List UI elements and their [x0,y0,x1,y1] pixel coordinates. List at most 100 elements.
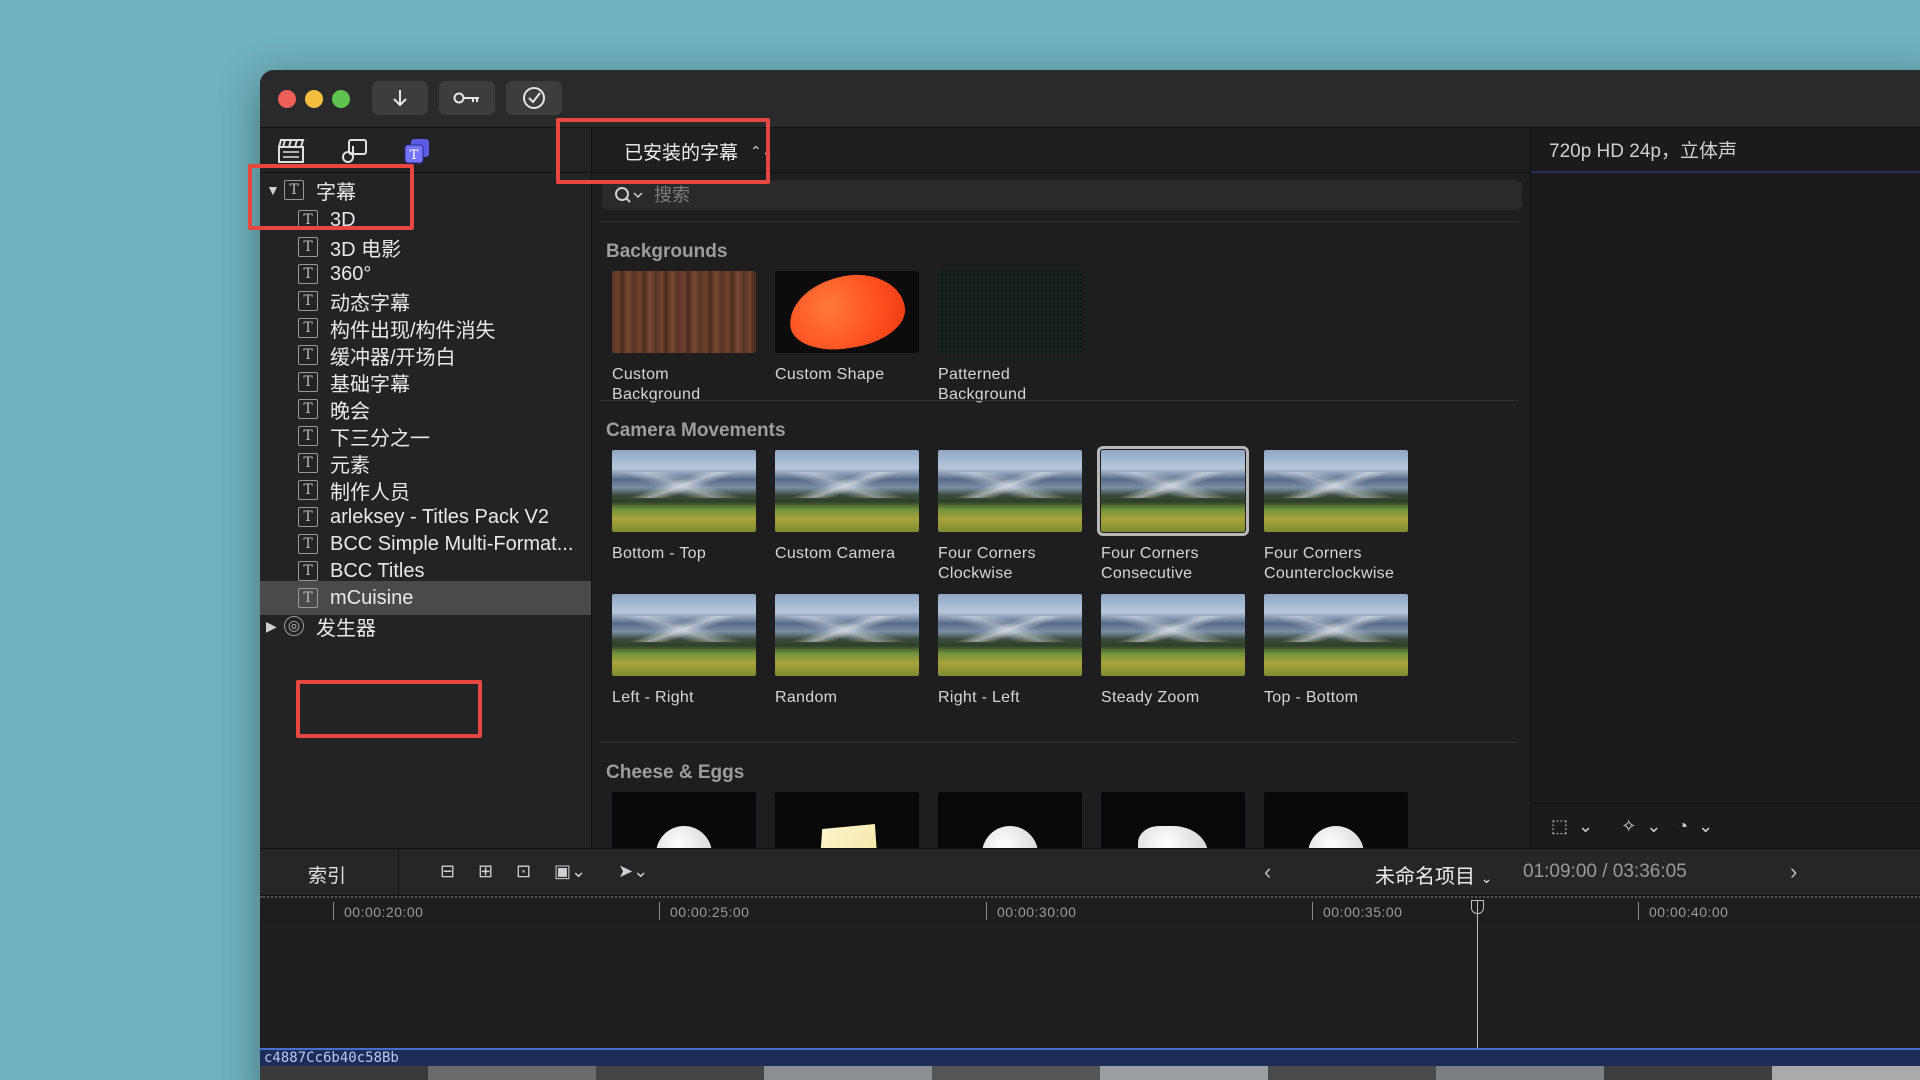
title-icon: T [298,345,318,365]
timeline-clip[interactable]: c4887Cc6b40c58Bb [260,1048,1920,1066]
tile-label: Steady Zoom [1101,689,1200,706]
fcp-window: T ▼ T 字幕 T 3D T 3D 电影 T 360° T 动态字幕 T 构件… [260,70,1920,1080]
dropdown-label: 已安装的字幕 [624,142,739,164]
divider [600,400,1518,401]
titles-generators-tab[interactable]: T [402,136,432,166]
project-name-label: 未命名项目 [1375,866,1475,888]
title-icon: T [298,453,318,473]
search-input[interactable] [654,184,1454,206]
next-arrow-icon[interactable]: › [1790,859,1797,885]
title-icon: T [298,264,318,284]
transform-icon[interactable]: ⬚ [1551,816,1568,837]
title-icon: T [298,561,318,581]
title-tile[interactable] [938,792,1084,848]
tile-label: Custom Camera [775,545,896,562]
chevron-down-icon: ⌄ [1480,870,1493,886]
title-tile[interactable]: Right - Left [938,594,1084,708]
speedometer-icon[interactable]: ◔ [1677,816,1688,837]
cheese-thumbnail [775,792,919,848]
installed-titles-dropdown[interactable]: 已安装的字幕 ⌃⌄ [624,136,773,166]
keyword-editor-button[interactable] [439,81,495,115]
background-tasks-button[interactable] [506,81,562,115]
title-tile[interactable]: Left - Right [612,594,758,708]
title-tile[interactable]: Top - Bottom [1264,594,1410,708]
sidebar-item-generators[interactable]: ▶ ◎ 发生器 [260,609,591,643]
title-tile[interactable] [612,792,758,848]
import-button[interactable] [372,81,428,115]
cheese-round [982,826,1038,848]
tile-label: Left - Right [612,689,694,706]
photos-audio-tab[interactable] [339,136,369,166]
title-tile[interactable]: Custom Background [612,271,758,405]
zoom-window-button[interactable] [332,90,350,108]
disclosure-closed-icon[interactable]: ▶ [266,618,284,635]
title-tile[interactable]: Custom Shape [775,271,921,385]
timeline-ruler[interactable]: 00:00:20:00 00:00:25:00 00:00:30:00 00:0… [260,896,1920,926]
search-field[interactable] [602,180,1522,210]
playhead-handle[interactable] [1471,900,1484,914]
index-button[interactable]: 索引 [308,861,346,888]
tile-label: Custom Shape [775,366,885,383]
title-tile[interactable] [775,792,921,848]
landscape-thumbnail [612,450,756,532]
arrow-down-icon [393,90,407,107]
cheese-round [656,826,712,848]
browser-header: 已安装的字幕 ⌃⌄ [592,128,1530,173]
title-tile[interactable]: Four Corners Counterclockwise [1264,450,1424,584]
viewer-pane: 720p HD 24p，立体声 ⬚ ⌄ ✧ ⌄ ◔ ⌄ [1530,128,1920,848]
svg-text:T: T [410,148,419,163]
cheese-round [1308,826,1364,848]
tile-label: Four Corners Counterclockwise [1264,545,1395,582]
title-tile-selected[interactable]: Four Corners Consecutive [1097,446,1249,584]
divider [398,849,399,897]
wood-thumbnail [612,271,756,353]
append-clip-icon[interactable]: ⊡ [516,861,531,882]
project-name[interactable]: 未命名项目 ⌄ [1375,860,1492,889]
chevron-down-icon[interactable]: ⌄ [1646,816,1661,837]
title-tile[interactable]: Random [775,594,921,708]
title-tile[interactable]: Bottom - Top [612,450,758,564]
cheese-wedge [819,824,878,848]
title-tile[interactable]: Four Corners Clockwise [938,450,1084,584]
sidebar-item-label: BCC Simple Multi-Format... [330,532,574,555]
disclosure-open-icon[interactable]: ▼ [266,182,284,198]
insert-clip-icon[interactable]: ⊞ [478,861,493,882]
divider [600,221,1518,222]
key-icon [453,92,479,104]
ruler-label: 00:00:35:00 [1323,904,1403,920]
title-tile[interactable]: Patterned Background [938,271,1084,405]
tile-label: Custom Background [612,366,701,403]
previous-arrow-icon[interactable]: ‹ [1264,859,1271,885]
checkmark-circle-icon [523,87,545,109]
shape-thumbnail [775,271,919,353]
cheese-thumbnail [938,792,1082,848]
title-icon: T [298,372,318,392]
title-tile[interactable] [1264,792,1410,848]
title-icon: T [284,180,304,200]
close-window-button[interactable] [278,90,296,108]
chevron-down-icon[interactable]: ⌄ [1698,816,1713,837]
libraries-tab[interactable] [276,136,306,166]
title-tile[interactable]: Custom Camera [775,450,921,564]
title-icon: T [298,588,318,608]
connect-clip-icon[interactable]: ⊟ [440,861,455,882]
pattern-thumbnail [938,271,1082,353]
magic-wand-icon[interactable]: ✧ [1621,816,1636,837]
ruler-label: 00:00:40:00 [1649,904,1729,920]
title-tile[interactable] [1101,792,1247,848]
minimize-window-button[interactable] [305,90,323,108]
landscape-thumbnail [775,450,919,532]
clip-filmstrip[interactable] [260,1066,1920,1080]
section-title-cheese-eggs: Cheese & Eggs [606,762,745,783]
landscape-thumbnail [612,594,756,676]
ruler-label: 00:00:20:00 [344,904,424,920]
tile-label: Four Corners Clockwise [938,545,1036,582]
updown-chevron-icon: ⌃⌄ [750,142,774,159]
select-tool-icon[interactable]: ➤⌄ [618,861,648,882]
title-tile[interactable]: Steady Zoom [1101,594,1247,708]
timeline-toolbar: 索引 ⊟ ⊞ ⊡ ▣⌄ ➤⌄ ‹ 未命名项目 ⌄ 01:09:00 / 03:3… [260,848,1920,897]
sidebar-item-titles[interactable]: ▼ T 字幕 [260,173,591,207]
viewer-toolbar: ⬚ ⌄ ✧ ⌄ ◔ ⌄ [1531,803,1920,848]
overwrite-clip-icon[interactable]: ▣⌄ [554,861,586,882]
chevron-down-icon[interactable]: ⌄ [1578,816,1593,837]
